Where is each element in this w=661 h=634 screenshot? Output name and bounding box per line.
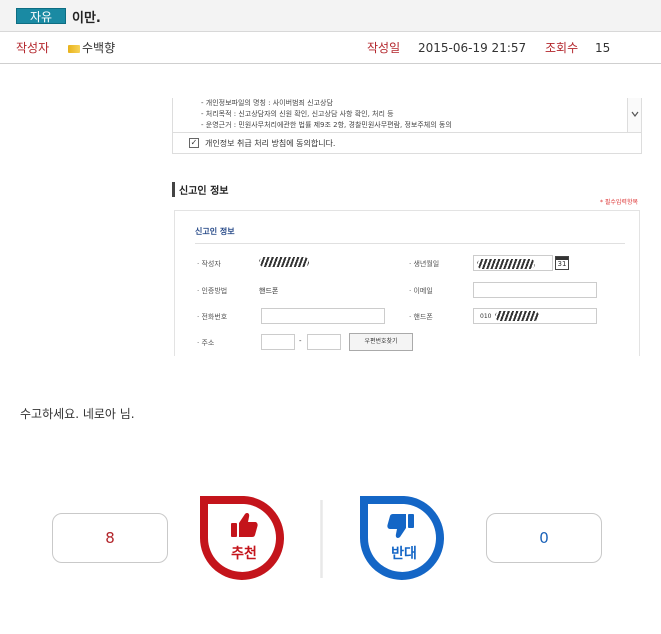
- author-name[interactable]: 수백향: [82, 41, 115, 55]
- zip-field-2: [307, 334, 341, 350]
- agree-checkbox: ✓: [189, 138, 199, 148]
- chevron-down-icon: [631, 111, 639, 117]
- post-meta: 작성자 수백향 작성일 2015-06-19 21:57 조회수 15: [0, 33, 661, 64]
- zip-field-1: [261, 334, 295, 350]
- upvote-button[interactable]: 추천: [196, 492, 292, 584]
- vote-divider: [320, 500, 323, 578]
- required-note: * 필수입력항목: [599, 199, 638, 206]
- downvote-label: 반대: [391, 546, 417, 562]
- downvote-button[interactable]: 반대: [356, 492, 452, 584]
- birth-label: · 생년월일: [409, 260, 440, 268]
- address-label: · 주소: [197, 339, 215, 347]
- author[interactable]: 수백향: [68, 33, 115, 64]
- upvote-label: 추천: [231, 546, 257, 562]
- redaction-scribble: [259, 257, 309, 267]
- downvote-count-bubble: 0: [486, 513, 602, 563]
- form-title: 신고인 정보: [195, 227, 235, 236]
- post-date: 2015-06-19 21:57: [418, 41, 527, 55]
- terms-line: - 운영근거 : 민원사무처리에관한 법률 제9조 2항, 경찰민원사무편람, …: [201, 121, 452, 129]
- agree-row: ✓ 개인정보 취급 처리 방침에 동의합니다.: [173, 132, 642, 154]
- redaction-scribble: [495, 311, 539, 321]
- terms-line: - 개인정보파일의 명칭 : 사이버범죄 신고상담: [201, 99, 333, 107]
- email-field: [473, 282, 597, 298]
- writer-label: · 작성자: [197, 260, 221, 268]
- category-badge[interactable]: 자유: [16, 8, 66, 24]
- mobile-prefix: 010: [480, 313, 492, 320]
- post-title-bar: 자유 이만.: [0, 0, 661, 32]
- auth-label: · 인증방법: [197, 287, 228, 295]
- terms-scrollbar: [627, 98, 641, 133]
- reporter-form: 신고인 정보 · 작성자 · 생년월일 31 · 인증방법 핸드폰 · 이메일 …: [174, 210, 640, 356]
- attached-screenshot: - 개인정보파일의 명칭 : 사이버범죄 신고상담 - 처리목적 : 신고상담자…: [172, 98, 642, 356]
- date-label: 작성일: [367, 41, 401, 55]
- agree-text: 개인정보 취급 처리 방침에 동의합니다.: [205, 139, 336, 148]
- zip-search-button: 우편번호찾기: [349, 333, 413, 351]
- redaction-scribble: [477, 259, 535, 269]
- views-label: 조회수: [545, 41, 579, 55]
- email-label: · 이메일: [409, 287, 433, 295]
- section-title: 신고인 정보: [172, 182, 228, 197]
- phone-field: [261, 308, 385, 324]
- upvote-count: 8: [105, 529, 115, 547]
- terms-line: - 처리목적 : 신고상담자의 신원 확인, 신고상담 사항 확인, 처리 등: [201, 110, 394, 118]
- view-count: 15: [595, 41, 611, 55]
- mobile-label: · 핸드폰: [409, 313, 433, 321]
- downvote-count: 0: [539, 529, 549, 547]
- downvote-badge-icon: [360, 496, 444, 580]
- phone-label: · 전화번호: [197, 313, 228, 321]
- upvote-count-bubble: 8: [52, 513, 168, 563]
- post-body: 수고하세요. 네로아 님.: [20, 407, 135, 421]
- author-label: 작성자: [16, 41, 50, 55]
- level-icon: [68, 44, 80, 53]
- form-divider: [195, 243, 625, 244]
- calendar-icon: 31: [555, 256, 569, 270]
- privacy-terms-box: - 개인정보파일의 명칭 : 사이버범죄 신고상담 - 처리목적 : 신고상담자…: [172, 98, 642, 154]
- upvote-badge-icon: [200, 496, 284, 580]
- zip-separator: -: [299, 337, 302, 345]
- calendar-day: 31: [557, 260, 567, 268]
- post-title: 이만.: [72, 11, 101, 26]
- auth-value: 핸드폰: [259, 287, 279, 295]
